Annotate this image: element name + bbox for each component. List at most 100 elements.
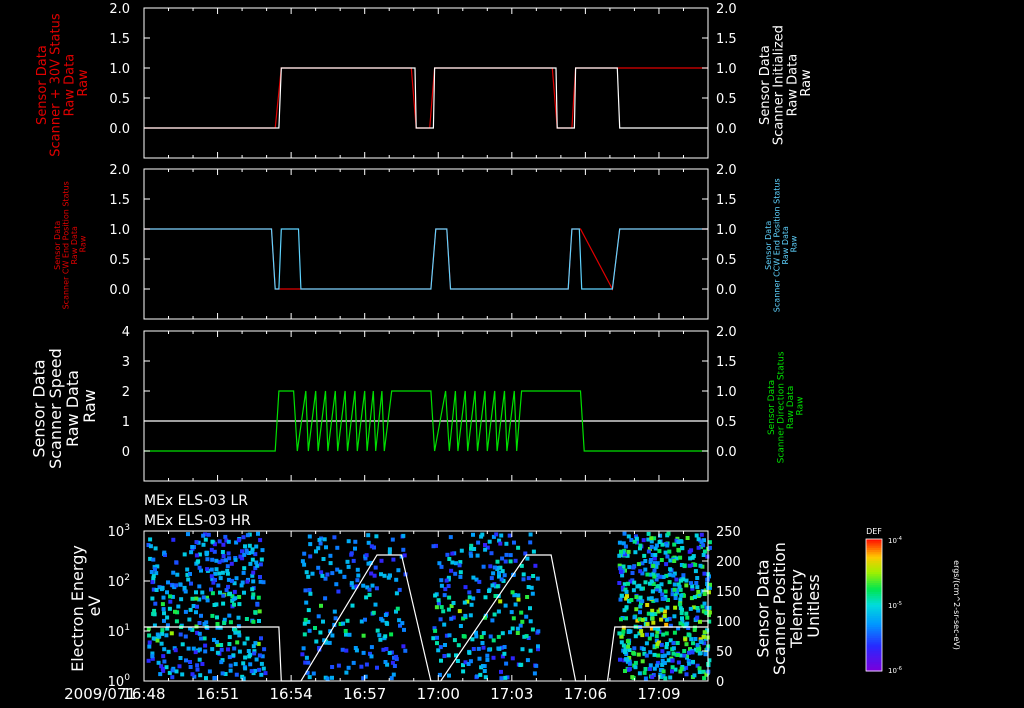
- spectrogram-cell: [647, 636, 652, 641]
- spectrogram-cell: [177, 664, 182, 669]
- spectrogram-cell: [206, 532, 211, 537]
- spectrogram-cell: [481, 645, 486, 650]
- spectrogram-cell: [336, 663, 341, 668]
- date-label: 2009/071: [64, 685, 136, 703]
- spectrogram-cell: [387, 573, 392, 578]
- spectrogram-cell: [433, 593, 438, 598]
- spectrogram-cell: [638, 604, 643, 609]
- spectrogram-cell: [251, 619, 256, 624]
- spectrogram-cell: [694, 533, 699, 538]
- spectrogram-cell: [496, 609, 501, 614]
- spectrogram-cell: [322, 537, 327, 542]
- spectrogram-cell: [454, 561, 458, 566]
- spectrogram-cell: [349, 551, 354, 556]
- spectrogram-cell: [210, 539, 215, 544]
- spectrogram-cell: [148, 537, 153, 542]
- spectrogram-cell: [684, 583, 689, 588]
- spectrogram-cell: [150, 580, 155, 585]
- spectrogram-cell: [450, 551, 455, 556]
- spectrogram-cell: [649, 579, 654, 584]
- spectrogram-cell: [225, 564, 230, 569]
- spectrogram-cell: [648, 558, 653, 562]
- spectrogram-cell: [247, 543, 252, 548]
- spectrogram-cell: [638, 569, 643, 574]
- spectrogram-cell: [189, 581, 193, 586]
- spectrogram-cell: [190, 672, 195, 677]
- spectrogram-cell: [629, 598, 634, 602]
- spectrogram-cell: [684, 622, 689, 627]
- spectrogram-cell: [530, 627, 535, 632]
- spectrogram-cell: [364, 595, 369, 600]
- spectrogram-cell: [248, 561, 253, 566]
- spectrogram-cell: [147, 640, 152, 645]
- spectrogram-cell: [648, 663, 653, 668]
- spectrogram-cell: [252, 651, 257, 656]
- spectrogram-cell: [525, 556, 530, 561]
- spectrogram-cell: [367, 592, 372, 597]
- spectrogram-cell: [351, 660, 356, 665]
- spectrogram-cell: [375, 628, 380, 633]
- spectrogram-cell: [444, 578, 449, 583]
- spectrogram-cell: [672, 582, 677, 587]
- spectrogram-cell: [345, 618, 350, 623]
- spectrogram-cell: [623, 669, 627, 673]
- spectrogram-cell: [697, 670, 702, 674]
- spectrogram-cell: [632, 646, 637, 651]
- spectrogram-cell: [361, 633, 366, 638]
- spectrogram-cell: [235, 640, 240, 645]
- spectrogram-cell: [644, 641, 649, 646]
- spectrogram-cell: [201, 595, 206, 600]
- spectrogram-cell: [261, 580, 266, 585]
- spectrogram-cell: [250, 557, 255, 562]
- spectrogram-cell: [451, 601, 456, 605]
- spectrogram-cell: [696, 545, 701, 550]
- spectrogram-cell: [366, 561, 371, 566]
- spectrogram-cell: [519, 610, 524, 615]
- panel-1-left-tick-label: 0.5: [109, 92, 130, 107]
- spectrogram-cell: [160, 602, 165, 607]
- panel-2-left-tick-label: 2.0: [109, 163, 130, 178]
- spectrogram-cell: [174, 619, 179, 624]
- panel-2-right-tick-label: 1.0: [716, 223, 737, 238]
- spectrogram-cell: [211, 580, 216, 585]
- spectrogram-cell: [663, 550, 668, 555]
- spectrogram-cell: [482, 669, 487, 673]
- spectrogram-cell: [310, 571, 315, 576]
- panel-3-right-tick-label: 1.5: [716, 355, 737, 370]
- spectrogram-cell: [479, 635, 484, 639]
- spectrogram-cell: [682, 563, 687, 568]
- spectrogram-cell: [520, 619, 525, 624]
- spectrogram-cell: [489, 551, 494, 556]
- spectrogram-cell: [300, 559, 305, 564]
- panel-4-right-label-line-4: Unitless: [804, 574, 823, 638]
- spectrogram-cell: [471, 596, 476, 601]
- spectrogram-cell: [210, 557, 215, 562]
- spectrogram-cell: [390, 537, 395, 542]
- spectrogram-cell: [630, 675, 635, 680]
- spectrogram-cell: [439, 578, 444, 583]
- spectrogram-cell: [244, 548, 249, 553]
- spectrogram-cell: [156, 660, 161, 665]
- spectrogram-cell: [483, 547, 488, 552]
- spectrogram-cell: [364, 662, 369, 667]
- spectrogram-cell: [355, 578, 360, 583]
- spectrogram-cell: [471, 532, 475, 537]
- spectrogram-cell: [626, 630, 631, 634]
- panel-3-right-tick-label: 0.5: [716, 415, 737, 430]
- spectrogram-cell: [690, 555, 695, 560]
- spectrogram-cell: [627, 666, 632, 671]
- panel-1-right-tick-label: 0.0: [716, 122, 737, 137]
- spectrogram-cell: [246, 649, 251, 653]
- spectrogram-cell: [167, 606, 172, 611]
- spectrogram-cell: [219, 660, 224, 665]
- spectrogram-cell: [320, 573, 325, 578]
- spectrogram-cell: [236, 624, 241, 629]
- spectrogram-cell: [221, 554, 226, 558]
- spectrogram-cell: [695, 643, 700, 648]
- spectrogram-cell: [639, 629, 644, 634]
- spectrogram-cell: [671, 646, 676, 651]
- spectrogram-cell: [336, 589, 341, 594]
- spectrogram-cell: [645, 622, 650, 627]
- spectrogram-cell: [195, 667, 200, 672]
- spectrogram-cell: [699, 532, 704, 537]
